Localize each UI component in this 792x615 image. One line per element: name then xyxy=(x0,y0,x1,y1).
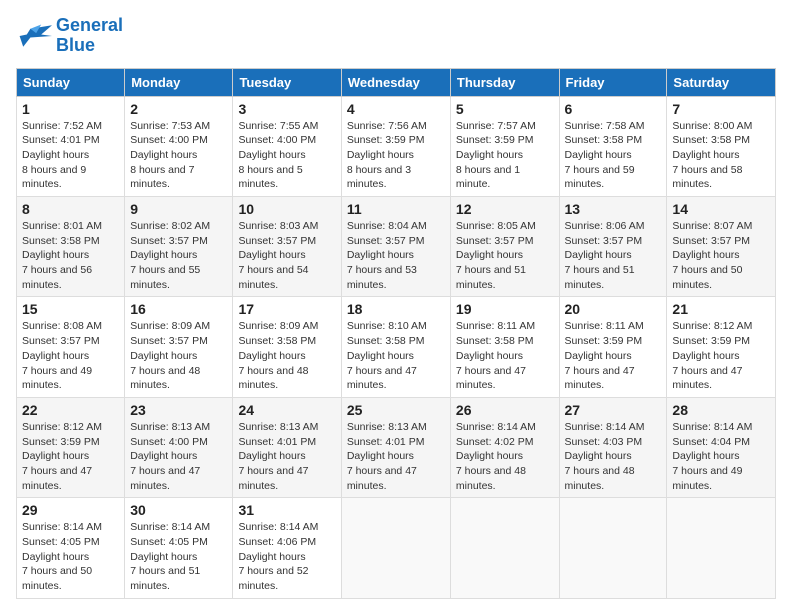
empty-cell xyxy=(341,498,450,598)
logo-icon xyxy=(16,21,52,51)
table-row: 4 Sunrise: 7:56 AMSunset: 3:59 PMDayligh… xyxy=(341,96,450,196)
calendar-week-3: 15 Sunrise: 8:08 AMSunset: 3:57 PMDaylig… xyxy=(17,297,776,397)
col-saturday: Saturday xyxy=(667,68,776,96)
table-row: 22 Sunrise: 8:12 AMSunset: 3:59 PMDaylig… xyxy=(17,397,125,497)
calendar-week-5: 29 Sunrise: 8:14 AMSunset: 4:05 PMDaylig… xyxy=(17,498,776,598)
empty-cell xyxy=(559,498,667,598)
table-row: 11 Sunrise: 8:04 AMSunset: 3:57 PMDaylig… xyxy=(341,197,450,297)
table-row: 27 Sunrise: 8:14 AMSunset: 4:03 PMDaylig… xyxy=(559,397,667,497)
page-header: General Blue xyxy=(16,16,776,56)
calendar-table: Sunday Monday Tuesday Wednesday Thursday… xyxy=(16,68,776,599)
calendar-week-1: 1 Sunrise: 7:52 AMSunset: 4:01 PMDayligh… xyxy=(17,96,776,196)
col-sunday: Sunday xyxy=(17,68,125,96)
table-row: 9 Sunrise: 8:02 AMSunset: 3:57 PMDayligh… xyxy=(125,197,233,297)
col-thursday: Thursday xyxy=(450,68,559,96)
col-monday: Monday xyxy=(125,68,233,96)
table-row: 18 Sunrise: 8:10 AMSunset: 3:58 PMDaylig… xyxy=(341,297,450,397)
col-friday: Friday xyxy=(559,68,667,96)
table-row: 5 Sunrise: 7:57 AMSunset: 3:59 PMDayligh… xyxy=(450,96,559,196)
table-row: 25 Sunrise: 8:13 AMSunset: 4:01 PMDaylig… xyxy=(341,397,450,497)
col-tuesday: Tuesday xyxy=(233,68,341,96)
empty-cell xyxy=(450,498,559,598)
table-row: 3 Sunrise: 7:55 AMSunset: 4:00 PMDayligh… xyxy=(233,96,341,196)
table-row: 21 Sunrise: 8:12 AMSunset: 3:59 PMDaylig… xyxy=(667,297,776,397)
table-row: 23 Sunrise: 8:13 AMSunset: 4:00 PMDaylig… xyxy=(125,397,233,497)
table-row: 14 Sunrise: 8:07 AMSunset: 3:57 PMDaylig… xyxy=(667,197,776,297)
table-row: 1 Sunrise: 7:52 AMSunset: 4:01 PMDayligh… xyxy=(17,96,125,196)
calendar-week-4: 22 Sunrise: 8:12 AMSunset: 3:59 PMDaylig… xyxy=(17,397,776,497)
table-row: 6 Sunrise: 7:58 AMSunset: 3:58 PMDayligh… xyxy=(559,96,667,196)
calendar-week-2: 8 Sunrise: 8:01 AMSunset: 3:58 PMDayligh… xyxy=(17,197,776,297)
table-row: 17 Sunrise: 8:09 AMSunset: 3:58 PMDaylig… xyxy=(233,297,341,397)
table-row: 15 Sunrise: 8:08 AMSunset: 3:57 PMDaylig… xyxy=(17,297,125,397)
table-row: 8 Sunrise: 8:01 AMSunset: 3:58 PMDayligh… xyxy=(17,197,125,297)
logo-text: General xyxy=(56,16,123,36)
table-row: 26 Sunrise: 8:14 AMSunset: 4:02 PMDaylig… xyxy=(450,397,559,497)
table-row: 31 Sunrise: 8:14 AMSunset: 4:06 PMDaylig… xyxy=(233,498,341,598)
table-row: 29 Sunrise: 8:14 AMSunset: 4:05 PMDaylig… xyxy=(17,498,125,598)
logo: General Blue xyxy=(16,16,123,56)
table-row: 30 Sunrise: 8:14 AMSunset: 4:05 PMDaylig… xyxy=(125,498,233,598)
table-row: 10 Sunrise: 8:03 AMSunset: 3:57 PMDaylig… xyxy=(233,197,341,297)
table-row: 16 Sunrise: 8:09 AMSunset: 3:57 PMDaylig… xyxy=(125,297,233,397)
empty-cell xyxy=(667,498,776,598)
table-row: 13 Sunrise: 8:06 AMSunset: 3:57 PMDaylig… xyxy=(559,197,667,297)
table-row: 20 Sunrise: 8:11 AMSunset: 3:59 PMDaylig… xyxy=(559,297,667,397)
table-row: 12 Sunrise: 8:05 AMSunset: 3:57 PMDaylig… xyxy=(450,197,559,297)
logo-text2: Blue xyxy=(56,36,123,56)
table-row: 24 Sunrise: 8:13 AMSunset: 4:01 PMDaylig… xyxy=(233,397,341,497)
col-wednesday: Wednesday xyxy=(341,68,450,96)
table-row: 2 Sunrise: 7:53 AMSunset: 4:00 PMDayligh… xyxy=(125,96,233,196)
table-row: 28 Sunrise: 8:14 AMSunset: 4:04 PMDaylig… xyxy=(667,397,776,497)
table-row: 7 Sunrise: 8:00 AMSunset: 3:58 PMDayligh… xyxy=(667,96,776,196)
calendar-header-row: Sunday Monday Tuesday Wednesday Thursday… xyxy=(17,68,776,96)
table-row: 19 Sunrise: 8:11 AMSunset: 3:58 PMDaylig… xyxy=(450,297,559,397)
